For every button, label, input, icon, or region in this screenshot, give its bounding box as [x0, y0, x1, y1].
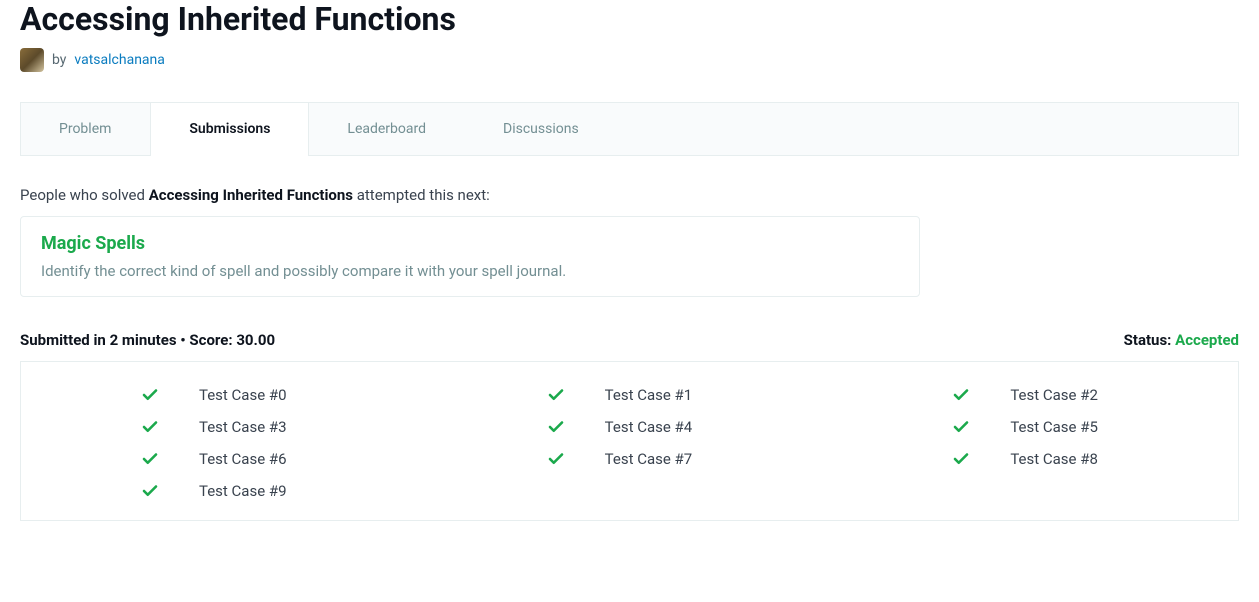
- next-prompt-prefix: People who solved: [20, 186, 149, 204]
- author-link[interactable]: vatsalchanana: [74, 52, 164, 68]
- testcase-row[interactable]: Test Case #9: [41, 482, 407, 500]
- submission-status: Status: Accepted: [1124, 331, 1239, 349]
- testcase-box: Test Case #0 Test Case #1 Test Case #2 Test…: [20, 361, 1239, 521]
- avatar: [20, 48, 44, 72]
- next-prompt-suffix: attempted this next:: [353, 186, 490, 204]
- next-prompt: People who solved Accessing Inherited Fu…: [20, 186, 1239, 204]
- next-prompt-strong: Accessing Inherited Functions: [149, 186, 353, 204]
- testcase-label: Test Case #4: [605, 418, 693, 436]
- next-challenge-card[interactable]: Magic Spells Identify the correct kind o…: [20, 216, 920, 297]
- next-challenge-title: Magic Spells: [41, 233, 899, 254]
- testcase-row[interactable]: Test Case #1: [447, 386, 813, 404]
- testcase-row[interactable]: Test Case #3: [41, 418, 407, 436]
- check-icon: [141, 418, 159, 436]
- check-icon: [141, 450, 159, 468]
- submission-summary: Submitted in 2 minutes • Score: 30.00: [20, 331, 275, 349]
- tabs: Problem Submissions Leaderboard Discussi…: [20, 102, 1239, 156]
- tab-problem[interactable]: Problem: [21, 103, 150, 155]
- testcase-row[interactable]: Test Case #8: [852, 450, 1218, 468]
- check-icon: [952, 450, 970, 468]
- result-bar: Submitted in 2 minutes • Score: 30.00 St…: [20, 331, 1239, 349]
- check-icon: [141, 482, 159, 500]
- tab-submissions[interactable]: Submissions: [150, 103, 309, 156]
- tab-leaderboard[interactable]: Leaderboard: [309, 103, 465, 155]
- testcase-label: Test Case #6: [199, 450, 287, 468]
- testcase-label: Test Case #8: [1010, 450, 1098, 468]
- check-icon: [952, 418, 970, 436]
- testcase-row[interactable]: Test Case #5: [852, 418, 1218, 436]
- testcase-row[interactable]: Test Case #6: [41, 450, 407, 468]
- next-challenge-desc: Identify the correct kind of spell and p…: [41, 262, 899, 280]
- check-icon: [547, 418, 565, 436]
- check-icon: [952, 386, 970, 404]
- check-icon: [141, 386, 159, 404]
- status-value: Accepted: [1175, 331, 1239, 349]
- byline: by vatsalchanana: [20, 48, 1239, 72]
- testcase-row[interactable]: Test Case #7: [447, 450, 813, 468]
- testcase-grid: Test Case #0 Test Case #1 Test Case #2 Test…: [41, 386, 1218, 500]
- testcase-label: Test Case #5: [1010, 418, 1098, 436]
- check-icon: [547, 450, 565, 468]
- byline-prefix: by: [52, 52, 66, 68]
- testcase-label: Test Case #1: [605, 386, 693, 404]
- testcase-label: Test Case #7: [605, 450, 693, 468]
- testcase-row[interactable]: Test Case #0: [41, 386, 407, 404]
- testcase-label: Test Case #9: [199, 482, 287, 500]
- testcase-label: Test Case #0: [199, 386, 287, 404]
- testcase-row[interactable]: Test Case #2: [852, 386, 1218, 404]
- testcase-label: Test Case #2: [1010, 386, 1098, 404]
- status-label: Status:: [1124, 331, 1175, 349]
- page-title: Accessing Inherited Functions: [20, 0, 1239, 38]
- testcase-row[interactable]: Test Case #4: [447, 418, 813, 436]
- testcase-label: Test Case #3: [199, 418, 287, 436]
- tab-discussions[interactable]: Discussions: [465, 103, 618, 155]
- check-icon: [547, 386, 565, 404]
